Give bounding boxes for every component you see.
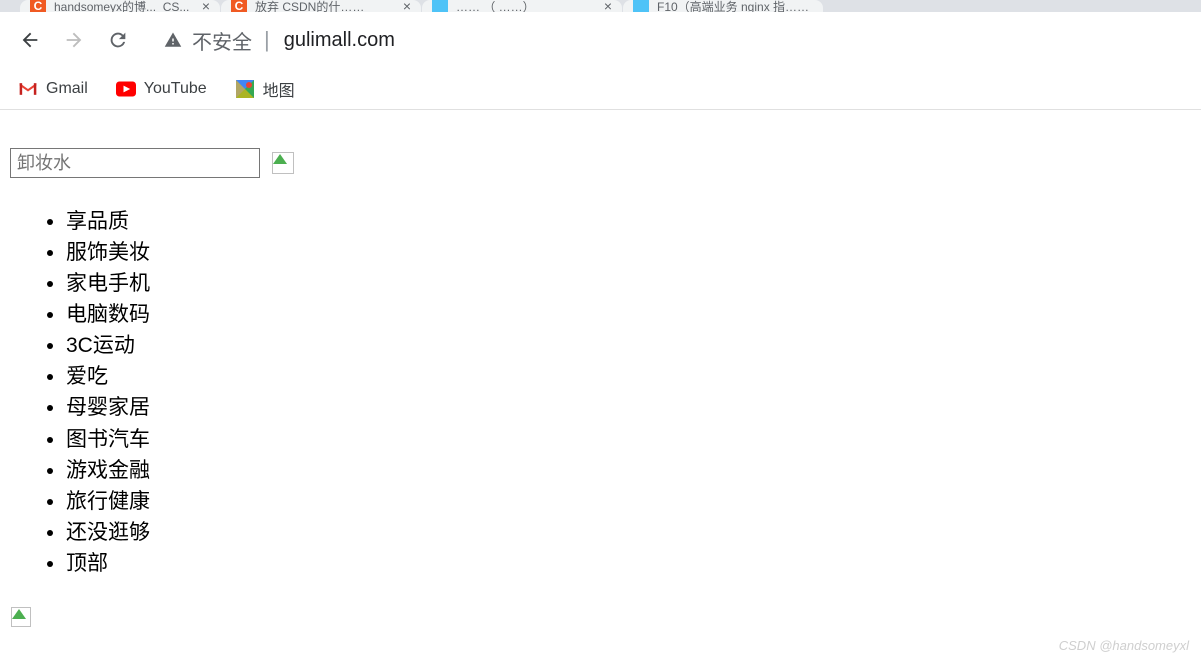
bookmark-gmail[interactable]: Gmail	[18, 79, 88, 99]
browser-tab[interactable]: F10（高端业务 nginx 指……	[623, 0, 823, 12]
gmail-icon	[18, 79, 38, 99]
csdn-favicon-icon: C	[30, 0, 46, 12]
search-input[interactable]	[10, 148, 260, 178]
csdn-favicon-icon: C	[231, 0, 247, 12]
broken-image-icon	[11, 607, 31, 627]
browser-tab[interactable]: C handsomeyx的博..._CS... ×	[20, 0, 220, 12]
close-icon[interactable]: ×	[397, 0, 411, 12]
watermark: CSDN @handsomeyxl	[1059, 638, 1189, 653]
list-item[interactable]: 享品质	[66, 206, 1191, 237]
address-bar[interactable]: 不安全 | gulimall.com	[164, 26, 395, 55]
youtube-icon	[116, 79, 136, 99]
not-secure-icon	[164, 31, 182, 49]
close-icon[interactable]: ×	[598, 0, 612, 12]
browser-tab[interactable]: C 放弃 CSDN的什…… ×	[221, 0, 421, 12]
bookmark-youtube[interactable]: YouTube	[116, 79, 207, 99]
category-list: 享品质 服饰美妆 家电手机 电脑数码 3C运动 爱吃 母婴家居 图书汽车 游戏金…	[10, 206, 1191, 579]
bookmark-bar: Gmail YouTube 地图	[0, 68, 1201, 110]
reload-button[interactable]	[100, 22, 136, 58]
maps-icon	[235, 79, 255, 99]
tab-title: F10（高端业务 nginx 指……	[657, 0, 809, 12]
list-item[interactable]: 图书汽车	[66, 424, 1191, 455]
browser-tab-strip: C handsomeyx的博..._CS... × C 放弃 CSDN的什…… …	[0, 0, 1201, 12]
tab-title: …… （ ……）	[456, 0, 535, 12]
close-icon[interactable]: ×	[196, 0, 210, 12]
security-label: 不安全	[192, 26, 252, 55]
page-favicon-icon	[633, 0, 649, 12]
url-text: gulimall.com	[284, 29, 395, 52]
list-item[interactable]: 3C运动	[66, 330, 1191, 361]
broken-image-icon[interactable]	[272, 152, 294, 174]
list-item[interactable]: 游戏金融	[66, 455, 1191, 486]
bookmark-label: 地图	[263, 77, 295, 101]
list-item[interactable]: 顶部	[66, 548, 1191, 579]
page-favicon-icon	[432, 0, 448, 12]
list-item[interactable]: 还没逛够	[66, 517, 1191, 548]
footer-broken-image	[11, 607, 1191, 632]
list-item[interactable]: 旅行健康	[66, 486, 1191, 517]
list-item[interactable]: 电脑数码	[66, 299, 1191, 330]
browser-tab[interactable]: …… （ ……） ×	[422, 0, 622, 12]
bookmark-label: YouTube	[144, 80, 207, 98]
search-row	[10, 148, 1191, 178]
tab-title: 放弃 CSDN的什……	[255, 0, 364, 12]
forward-button[interactable]	[56, 22, 92, 58]
list-item[interactable]: 家电手机	[66, 268, 1191, 299]
address-divider: |	[264, 27, 270, 53]
list-item[interactable]: 爱吃	[66, 361, 1191, 392]
bookmark-label: Gmail	[46, 80, 88, 98]
page-content: 享品质 服饰美妆 家电手机 电脑数码 3C运动 爱吃 母婴家居 图书汽车 游戏金…	[0, 110, 1201, 642]
browser-toolbar: 不安全 | gulimall.com	[0, 12, 1201, 68]
list-item[interactable]: 服饰美妆	[66, 237, 1191, 268]
list-item[interactable]: 母婴家居	[66, 392, 1191, 423]
tab-title: handsomeyx的博..._CS...	[54, 0, 189, 12]
back-button[interactable]	[12, 22, 48, 58]
bookmark-maps[interactable]: 地图	[235, 77, 295, 101]
